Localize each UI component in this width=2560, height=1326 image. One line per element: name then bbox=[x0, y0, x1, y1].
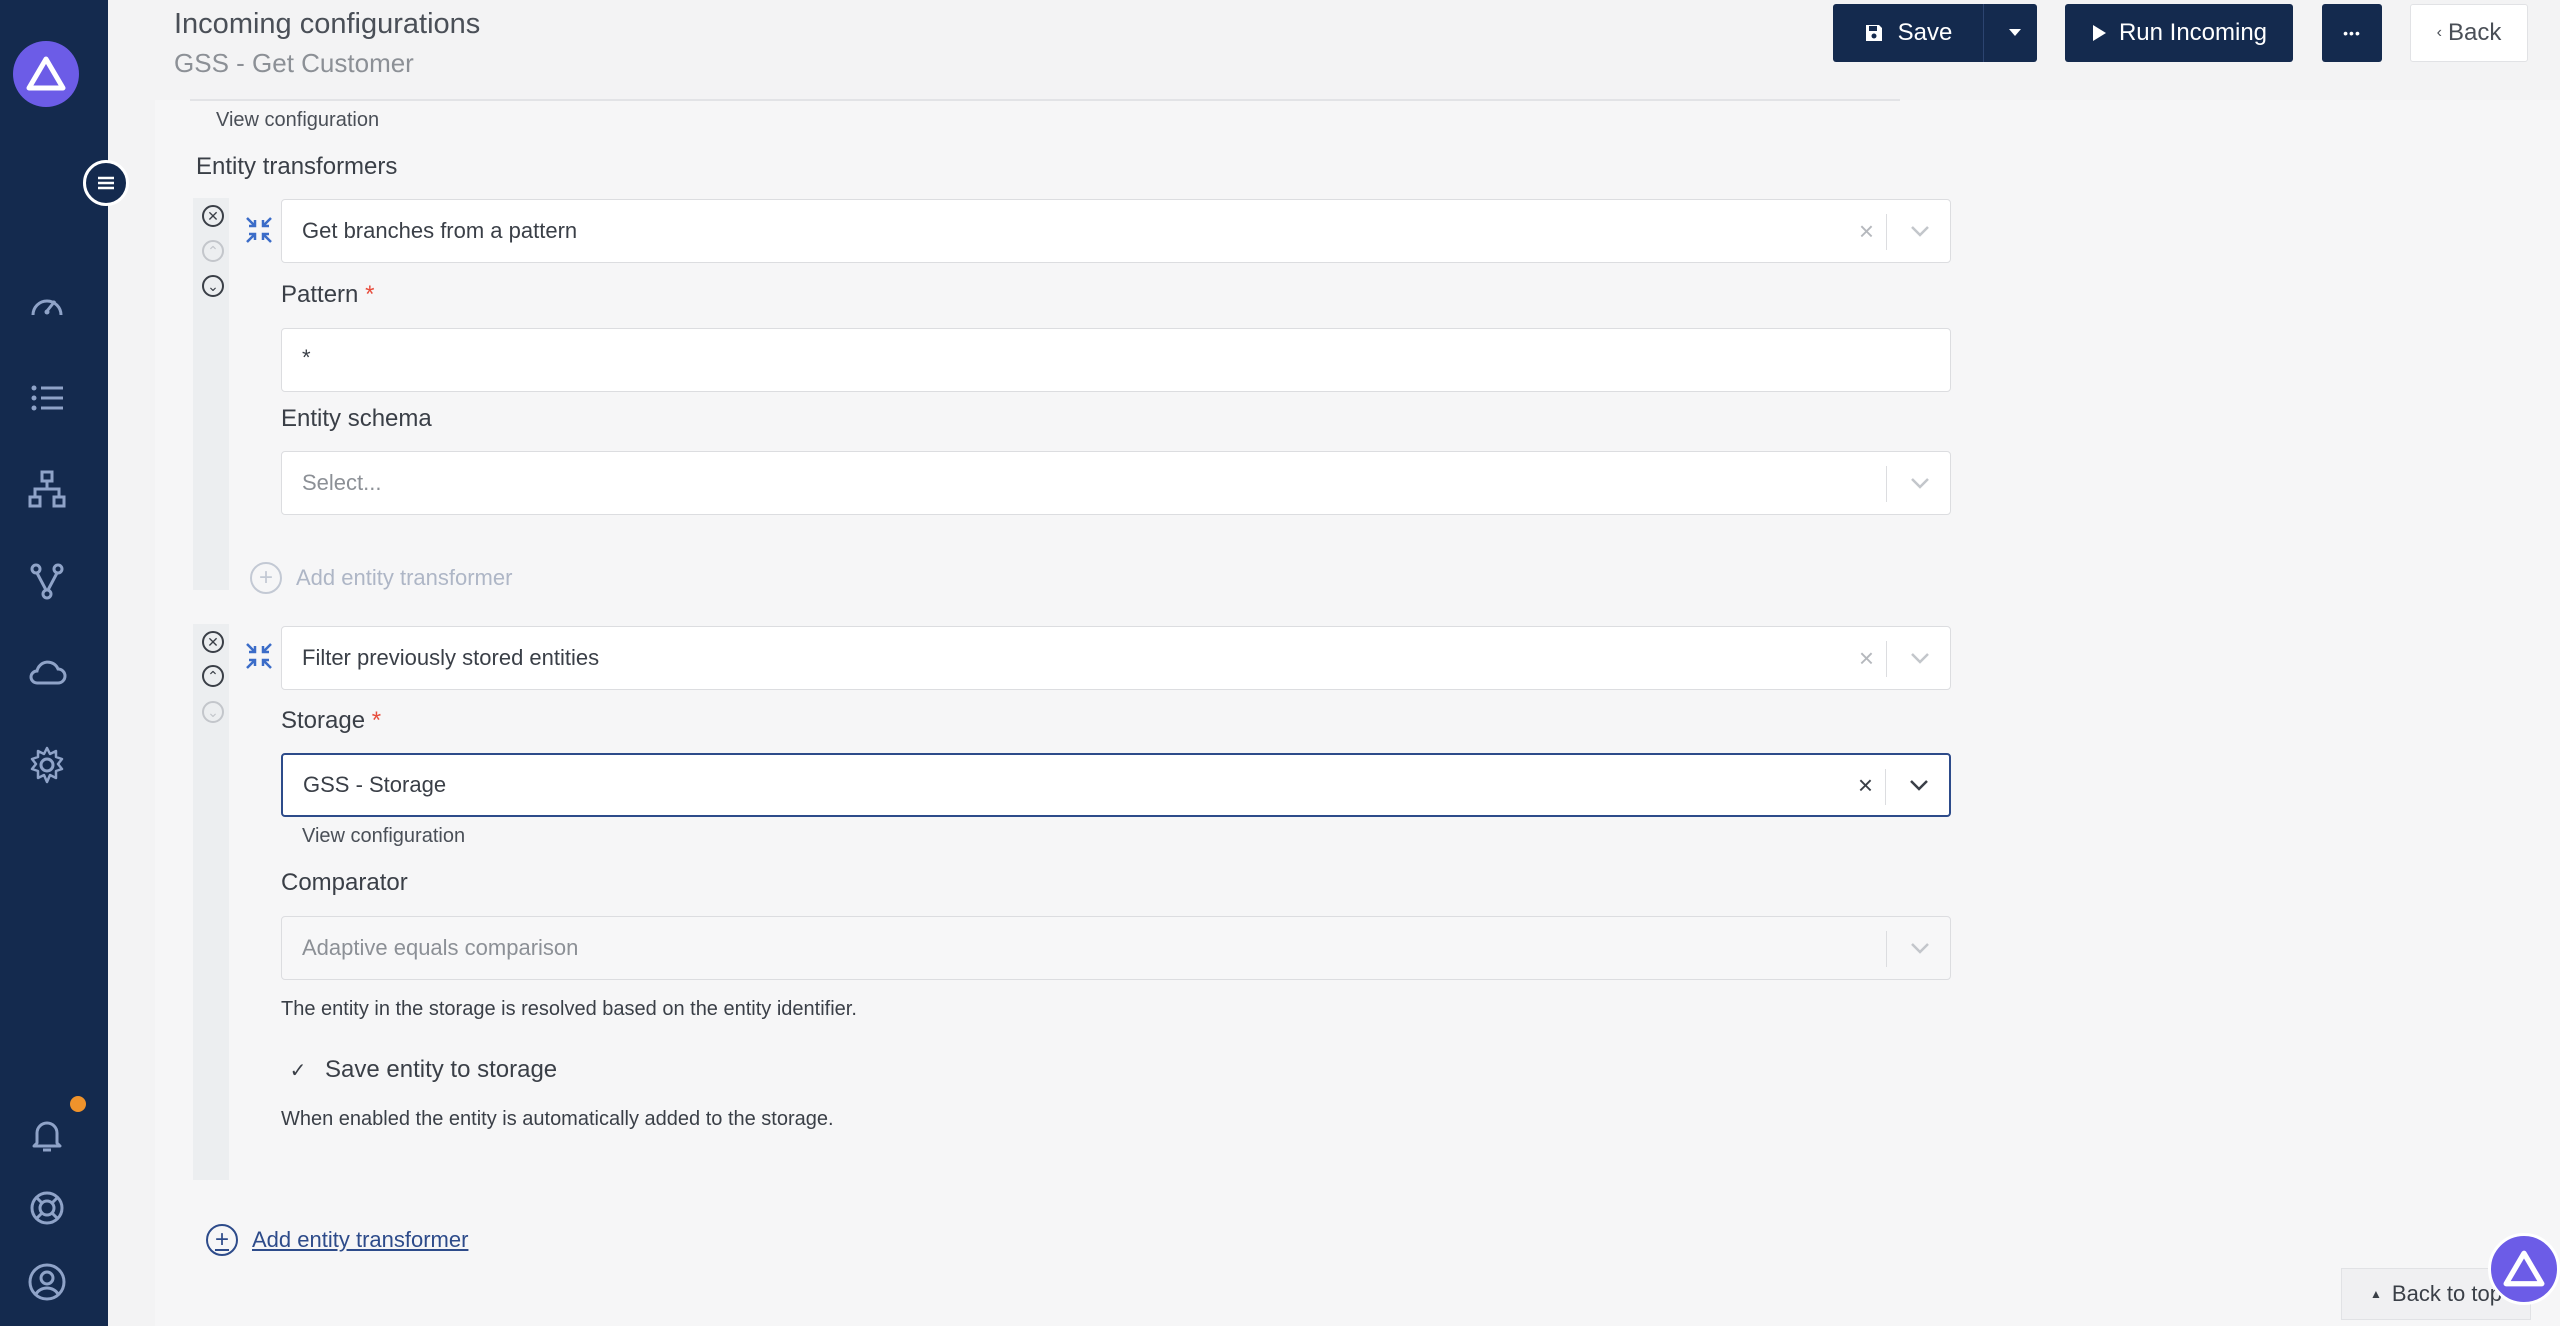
save-options-dropdown[interactable] bbox=[1993, 4, 2037, 62]
collapse-transformer2-icon[interactable] bbox=[243, 640, 275, 672]
move-down-transformer2-icon[interactable]: ⌄ bbox=[202, 701, 224, 723]
storage-select-value: GSS - Storage bbox=[303, 772, 447, 797]
pattern-label-text: Pattern bbox=[281, 281, 359, 308]
clear-transformer2-icon[interactable]: × bbox=[1859, 627, 1874, 689]
bell-icon[interactable] bbox=[22, 1110, 72, 1160]
move-down-transformer1-icon[interactable]: ⌄ bbox=[202, 275, 224, 297]
back-button[interactable]: ‹ Back bbox=[2410, 4, 2528, 62]
play-icon bbox=[2092, 25, 2106, 41]
assistant-logo-icon[interactable] bbox=[2488, 1233, 2560, 1305]
save-divider bbox=[1983, 4, 1984, 62]
plus-circle-icon: + bbox=[206, 1224, 238, 1256]
plus-circle-icon: + bbox=[250, 562, 282, 594]
remove-transformer2-icon[interactable]: ✕ bbox=[202, 631, 224, 653]
app-logo-icon[interactable] bbox=[13, 41, 79, 107]
page-subtitle: GSS - Get Customer bbox=[174, 48, 414, 78]
collapse-transformer1-icon[interactable] bbox=[243, 214, 275, 246]
add-entity-transformer-inner-label: Add entity transformer bbox=[296, 565, 513, 590]
gear-icon[interactable] bbox=[22, 740, 72, 790]
section-divider bbox=[190, 99, 1900, 101]
storage-label-text: Storage bbox=[281, 707, 366, 734]
transformer1-type-select[interactable]: Get branches from a pattern × bbox=[281, 199, 1951, 263]
help-lifebuoy-icon[interactable] bbox=[22, 1183, 72, 1233]
select-separator bbox=[1886, 466, 1887, 502]
chevron-down-icon[interactable] bbox=[1909, 755, 1929, 815]
select-separator bbox=[1886, 641, 1887, 677]
more-options-button[interactable]: ••• bbox=[2322, 4, 2382, 62]
select-separator bbox=[1885, 769, 1886, 805]
clear-transformer1-icon[interactable]: × bbox=[1859, 200, 1874, 262]
comparator-help-text: The entity in the storage is resolved ba… bbox=[281, 998, 857, 1020]
remove-transformer1-icon[interactable]: ✕ bbox=[202, 205, 224, 227]
add-entity-transformer-link[interactable]: + Add entity transformer bbox=[206, 1224, 468, 1256]
fork-icon[interactable] bbox=[22, 556, 72, 606]
more-icon: ••• bbox=[2343, 25, 2361, 41]
select-separator bbox=[1886, 931, 1887, 967]
dashboard-icon[interactable] bbox=[22, 282, 72, 332]
page-header: Incoming configurations GSS - Get Custom… bbox=[108, 0, 2560, 100]
move-up-transformer2-icon[interactable]: ⌃ bbox=[202, 665, 224, 687]
add-entity-transformer-inner-link[interactable]: + Add entity transformer bbox=[250, 562, 512, 594]
entity-schema-select[interactable]: Select... bbox=[281, 451, 1951, 515]
run-incoming-button[interactable]: Run Incoming bbox=[2065, 4, 2293, 62]
caret-up-icon: ▲ bbox=[2370, 1287, 2382, 1301]
main-content bbox=[155, 100, 2560, 1326]
storage-required-marker: * bbox=[371, 707, 382, 734]
chevron-left-icon: ‹ bbox=[2436, 24, 2442, 41]
transformer2-type-select[interactable]: Filter previously stored entities × bbox=[281, 626, 1951, 690]
comparator-select-value: Adaptive equals comparison bbox=[302, 935, 579, 960]
select-separator bbox=[1886, 214, 1887, 250]
comparator-label: Comparator bbox=[281, 869, 408, 896]
entity-schema-placeholder: Select... bbox=[302, 470, 382, 495]
list-icon[interactable] bbox=[22, 373, 72, 423]
back-button-label: Back bbox=[2447, 19, 2502, 46]
save-entity-checkbox-label: Save entity to storage bbox=[325, 1056, 558, 1083]
chevron-down-icon[interactable] bbox=[1910, 200, 1930, 262]
pattern-input-value: * bbox=[302, 345, 311, 370]
storage-label: Storage * bbox=[281, 707, 381, 735]
top-view-configuration-link[interactable]: View configuration bbox=[216, 109, 379, 132]
user-avatar-icon[interactable] bbox=[22, 1257, 72, 1307]
cloud-icon[interactable] bbox=[22, 648, 72, 698]
save-button[interactable]: Save bbox=[1833, 4, 1983, 62]
save-entity-checkbox-row[interactable]: ✓ Save entity to storage bbox=[281, 1056, 558, 1084]
sidebar-toggle-button[interactable] bbox=[83, 160, 129, 206]
entity-transformers-heading: Entity transformers bbox=[196, 153, 398, 180]
entity-schema-label: Entity schema bbox=[281, 405, 432, 432]
pattern-input[interactable]: * bbox=[281, 328, 1951, 392]
hierarchy-icon[interactable] bbox=[22, 464, 72, 514]
pattern-required-marker: * bbox=[365, 281, 375, 308]
back-to-top-label: Back to top bbox=[2391, 1281, 2502, 1306]
storage-select[interactable]: GSS - Storage × bbox=[281, 753, 1951, 817]
comparator-select[interactable]: Adaptive equals comparison bbox=[281, 916, 1951, 980]
caret-down-icon bbox=[2009, 29, 2021, 36]
transformer1-type-value: Get branches from a pattern bbox=[302, 218, 578, 243]
add-entity-transformer-label: Add entity transformer bbox=[252, 1227, 469, 1252]
save-button-group: Save bbox=[1833, 4, 2037, 62]
notification-badge bbox=[70, 1096, 86, 1112]
save-entity-help-text: When enabled the entity is automatically… bbox=[281, 1108, 834, 1130]
page-title: Incoming configurations bbox=[174, 8, 481, 40]
pattern-label: Pattern * bbox=[281, 281, 374, 309]
clear-storage-icon[interactable]: × bbox=[1858, 755, 1873, 815]
checkmark-icon[interactable]: ✓ bbox=[281, 1058, 315, 1083]
run-incoming-label: Run Incoming bbox=[2118, 19, 2268, 46]
transformer2-type-value: Filter previously stored entities bbox=[302, 645, 600, 670]
move-up-transformer1-icon[interactable]: ⌃ bbox=[202, 240, 224, 262]
chevron-down-icon[interactable] bbox=[1910, 452, 1930, 514]
save-button-label: Save bbox=[1897, 19, 1953, 46]
chevron-down-icon[interactable] bbox=[1910, 917, 1930, 979]
storage-view-configuration-link[interactable]: View configuration bbox=[302, 825, 465, 848]
chevron-down-icon[interactable] bbox=[1910, 627, 1930, 689]
floppy-disk-icon bbox=[1865, 25, 1882, 41]
